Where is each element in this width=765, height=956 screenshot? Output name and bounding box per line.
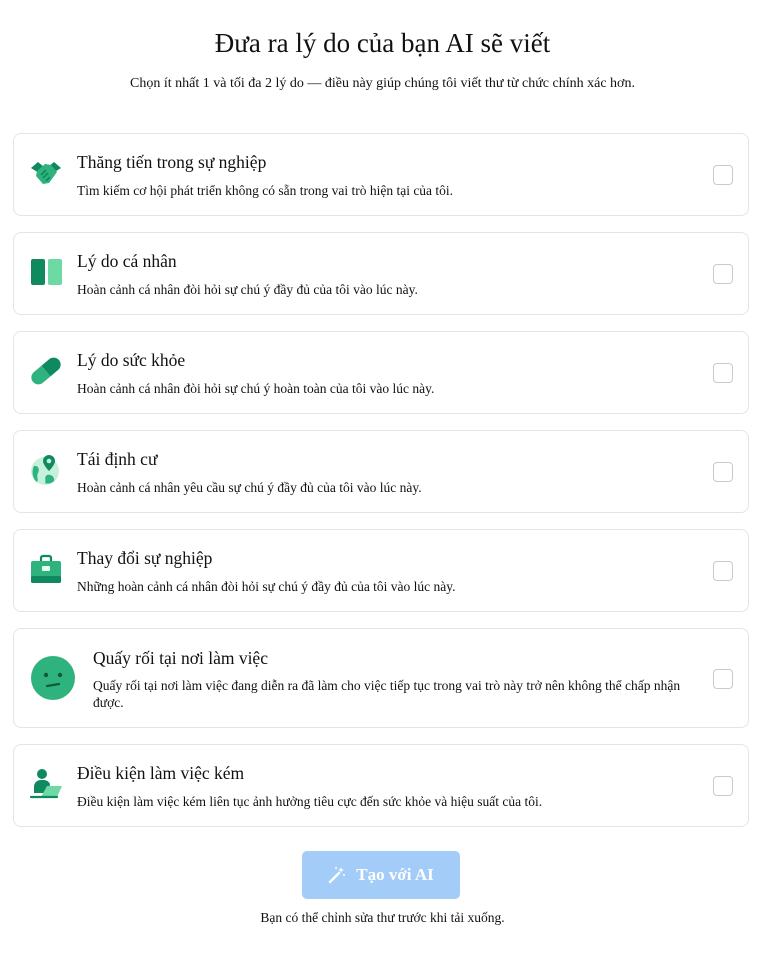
reason-label: Điều kiện làm việc kém	[77, 763, 245, 783]
reason-option-harassment[interactable]: Quấy rối tại nơi làm việc Quấy rối tại n…	[13, 628, 749, 728]
reason-checkbox[interactable]	[713, 363, 733, 383]
reason-label: Thăng tiến trong sự nghiệp	[77, 152, 267, 172]
handshake-icon	[29, 156, 63, 190]
reason-label: Tái định cư	[77, 449, 158, 469]
globe-location-icon	[29, 453, 63, 487]
reason-option-poor-conditions[interactable]: Điều kiện làm việc kém Điều kiện làm việ…	[13, 744, 749, 827]
reason-checkbox[interactable]	[713, 669, 733, 689]
reason-description: Điều kiện làm việc kém liên tục ảnh hưởn…	[77, 794, 543, 809]
reason-description: Tìm kiếm cơ hội phát triển không có sẵn …	[77, 183, 454, 198]
reason-description: Hoàn cảnh cá nhân đòi hỏi sự chú ý đầy đ…	[77, 282, 418, 297]
reason-checkbox[interactable]	[713, 462, 733, 482]
uneasy-face-icon	[30, 655, 76, 701]
reason-label: Quấy rối tại nơi làm việc	[93, 648, 268, 668]
columns-icon	[29, 255, 63, 289]
reason-checkbox[interactable]	[713, 561, 733, 581]
edit-footnote: Bạn có thể chỉnh sửa thư trước khi tải x…	[260, 910, 505, 925]
reason-label: Lý do sức khỏe	[77, 350, 186, 370]
reason-label: Thay đổi sự nghiệp	[77, 548, 213, 568]
reason-checkbox[interactable]	[713, 264, 733, 284]
magic-wand-icon	[328, 866, 346, 884]
briefcase-icon	[29, 552, 63, 586]
pill-icon	[29, 354, 63, 388]
person-laptop-icon	[29, 767, 63, 801]
page-subtitle: Chọn ít nhất 1 và tối đa 2 lý do — điều …	[130, 76, 635, 91]
reason-description: Quấy rối tại nơi làm việc đang diễn ra đ…	[93, 678, 681, 710]
reason-label: Lý do cá nhân	[77, 251, 177, 271]
page-title: Đưa ra lý do của bạn AI sẽ viết	[214, 28, 551, 58]
generate-with-ai-button[interactable]: Tạo với AI	[302, 851, 460, 899]
reason-description: Những hoàn cảnh cá nhân đòi hỏi sự chú ý…	[77, 579, 456, 594]
reason-checkbox[interactable]	[713, 165, 733, 185]
reason-option-health[interactable]: Lý do sức khỏe Hoàn cảnh cá nhân đòi hỏi…	[13, 331, 749, 414]
reason-option-career-advancement[interactable]: Thăng tiến trong sự nghiệp Tìm kiếm cơ h…	[13, 133, 749, 216]
reason-option-career-change[interactable]: Thay đổi sự nghiệp Những hoàn cảnh cá nh…	[13, 529, 749, 612]
reason-description: Hoàn cảnh cá nhân yêu cầu sự chú ý đầy đ…	[77, 480, 422, 495]
reason-description: Hoàn cảnh cá nhân đòi hỏi sự chú ý hoàn …	[77, 381, 435, 396]
generate-button-label: Tạo với AI	[356, 865, 434, 884]
reason-option-relocation[interactable]: Tái định cư Hoàn cảnh cá nhân yêu cầu sự…	[13, 430, 749, 513]
reason-option-personal[interactable]: Lý do cá nhân Hoàn cảnh cá nhân đòi hỏi …	[13, 232, 749, 315]
reason-checkbox[interactable]	[713, 776, 733, 796]
